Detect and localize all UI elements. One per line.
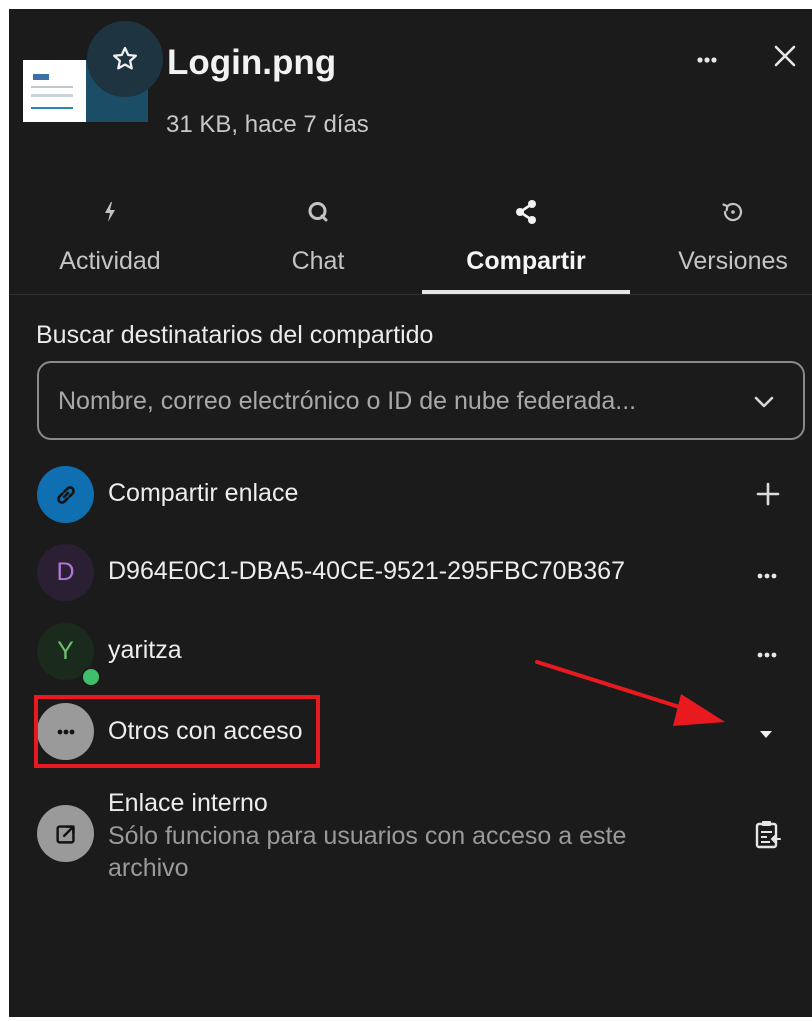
add-share-link-button[interactable] (753, 479, 783, 509)
tab-chat-label: Chat (291, 247, 345, 275)
more-horizontal-icon (697, 57, 717, 63)
share-user-more-button[interactable] (752, 561, 782, 591)
search-input[interactable]: Nombre, correo electrónico o ID de nube … (37, 361, 805, 440)
share-user-name: yaritza (108, 636, 182, 664)
search-placeholder: Nombre, correo electrónico o ID de nube … (58, 387, 637, 415)
arrow-annotation (535, 660, 725, 726)
star-icon (113, 46, 137, 70)
thumbnail-line (31, 107, 73, 109)
thumbnail-line (31, 86, 73, 88)
close-icon (774, 45, 796, 67)
caret-down-icon (760, 731, 772, 738)
tabs-divider (9, 294, 812, 295)
more-horizontal-icon (757, 652, 777, 658)
tab-versions[interactable]: Versiones (657, 189, 809, 294)
chat-bubble-icon (308, 202, 328, 222)
tab-activity-label: Actividad (59, 247, 161, 275)
tab-versions-label: Versiones (678, 247, 788, 275)
clipboard-copy-icon (755, 821, 781, 849)
copy-internal-link-button[interactable] (751, 817, 783, 851)
lightning-icon (105, 202, 115, 222)
history-icon (722, 202, 743, 222)
more-actions-button[interactable] (692, 44, 722, 74)
tab-share-label: Compartir (466, 247, 586, 275)
internal-link-description: Sólo funciona para usuarios con acceso a… (108, 822, 627, 882)
thumbnail-logo (33, 74, 49, 80)
file-title: Login.png (167, 43, 337, 82)
sidebar-panel: Login.png 31 KB, hace 7 días Actividad C… (9, 9, 812, 1017)
online-status-indicator (81, 667, 101, 687)
link-icon (56, 485, 75, 504)
internal-link-avatar (37, 805, 94, 862)
thumbnail-line (31, 94, 73, 97)
share-link-avatar (37, 466, 94, 523)
share-user-name: D964E0C1-DBA5-40CE-9521-295FBC70B367 (108, 557, 625, 585)
avatar: D (37, 544, 94, 601)
more-horizontal-icon (757, 573, 777, 579)
share-user-more-button[interactable] (752, 640, 782, 670)
chevron-down-icon[interactable] (751, 389, 777, 415)
tab-activity[interactable]: Actividad (31, 189, 189, 294)
internal-link-title: Enlace interno (108, 789, 268, 817)
expand-others-button[interactable] (751, 719, 781, 749)
external-link-icon (55, 824, 75, 844)
tab-share[interactable]: Compartir (422, 189, 630, 294)
tab-chat[interactable]: Chat (239, 189, 397, 294)
plus-icon (756, 482, 780, 506)
share-icon (516, 200, 536, 224)
file-meta: 31 KB, hace 7 días (166, 111, 369, 138)
share-link-label[interactable]: Compartir enlace (108, 479, 298, 508)
search-label: Buscar destinatarios del compartido (36, 321, 434, 349)
favorite-button[interactable] (87, 21, 163, 97)
close-button[interactable] (768, 39, 802, 73)
highlight-annotation (34, 695, 320, 768)
